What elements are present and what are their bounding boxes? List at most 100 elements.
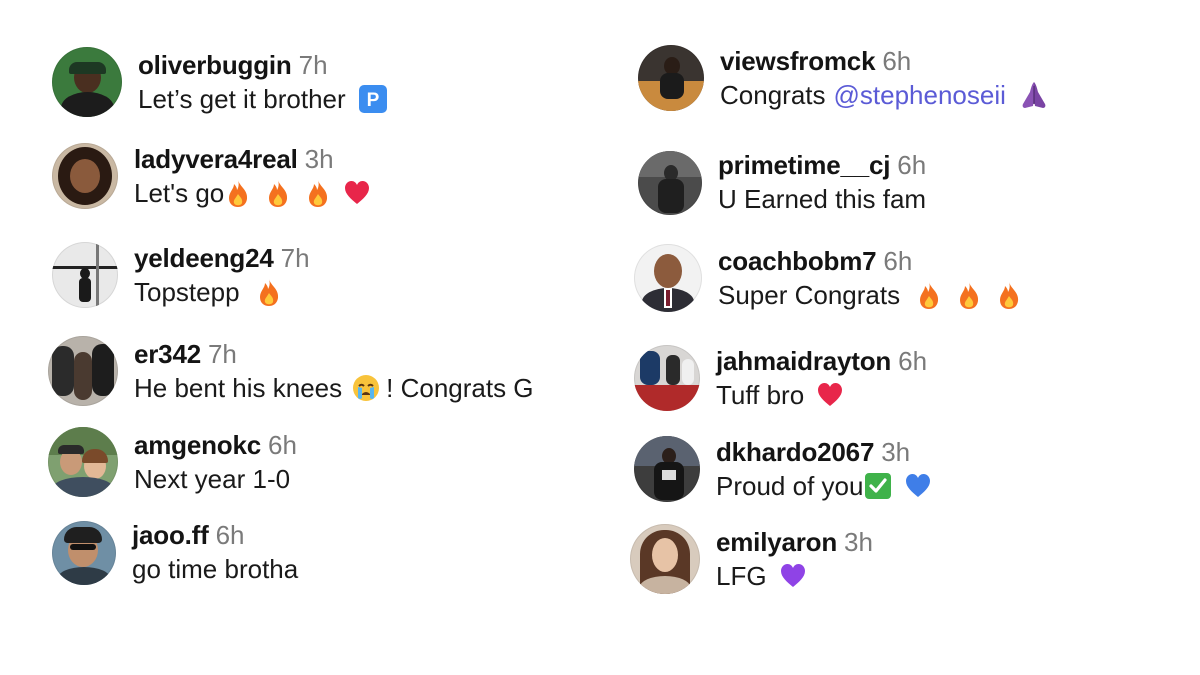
comment-text: Congrats @stephenoseii [720,80,1050,111]
comment-text: Next year 1-0 [134,464,297,495]
comment-message: Proud of you [716,470,864,501]
comment-content: er342 7h He bent his knees ! Congrats G [134,339,534,404]
comment-timestamp[interactable]: 3h [881,437,910,468]
comment-username[interactable]: dkhardo2067 [716,437,874,468]
comment-username[interactable]: ladyvera4real [134,144,298,175]
avatar[interactable] [634,244,702,312]
comment-timestamp[interactable]: 7h [281,243,310,274]
comment-text: go time brotha [132,554,298,585]
comment-text: Let’s get it brother P [138,84,388,115]
red-heart-icon [343,180,371,206]
comment-message: He bent his knees [134,372,343,403]
avatar[interactable] [48,427,118,497]
comment-timestamp[interactable]: 6h [898,346,927,377]
avatar[interactable] [52,520,116,585]
comment-content: emilyaron 3h LFG [716,527,873,592]
fire-icon [256,277,282,307]
comment-username[interactable]: jahmaidrayton [716,346,891,377]
comment-content: viewsfromck 6h Congrats @stephenoseii [720,46,1050,111]
comment-username[interactable]: coachbobm7 [718,246,877,277]
comment-message: Let’s get it brother [138,83,346,114]
comment-username[interactable]: primetime__cj [718,150,890,181]
crying-face-icon [352,374,380,402]
comment-text: Super Congrats [718,280,1022,311]
fire-icon [305,178,331,208]
comment-timestamp[interactable]: 7h [208,339,237,370]
comment-item: viewsfromck 6h Congrats @stephenoseii [638,45,1050,111]
comment-item: coachbobm7 6h Super Congrats [634,244,1022,312]
comment-message: LFG [716,560,767,591]
comment-item: yeldeeng24 7h Topstepp [52,242,310,308]
avatar[interactable] [630,524,700,594]
comment-text: Tuff bro [716,380,927,411]
comment-timestamp[interactable]: 3h [305,144,334,175]
comment-content: yeldeeng24 7h Topstepp [134,243,310,308]
comment-item: primetime__cj 6h U Earned this fam [638,150,926,215]
comment-timestamp[interactable]: 7h [299,50,328,81]
avatar[interactable] [52,143,118,209]
comment-message: Super Congrats [718,279,901,310]
fire-icon [956,280,982,310]
comment-content: amgenokc 6h Next year 1-0 [134,430,297,495]
comment-username[interactable]: jaoo.ff [132,520,209,551]
comment-timestamp[interactable]: 6h [882,46,911,77]
blue-heart-icon [904,473,932,499]
fire-icon [996,280,1022,310]
comment-item: amgenokc 6h Next year 1-0 [48,427,297,497]
comment-message-suffix: ! Congrats G [386,372,534,403]
purple-heart-icon [779,563,807,589]
comment-message: U Earned this fam [718,184,927,214]
comment-message: Congrats [720,79,826,110]
comment-username[interactable]: viewsfromck [720,46,876,77]
comment-content: jaoo.ff 6h go time brotha [132,520,298,585]
parking-icon: P [358,84,388,114]
comment-timestamp[interactable]: 6h [897,150,926,181]
red-heart-icon [816,382,844,408]
comment-timestamp[interactable]: 6h [883,246,912,277]
fire-icon [265,178,291,208]
comment-text: Topstepp [134,277,310,308]
avatar[interactable] [52,47,122,117]
comment-timestamp[interactable]: 3h [844,527,873,558]
comment-message: go time brotha [132,554,299,584]
comment-item: er342 7h He bent his knees ! Congrats G [48,336,534,406]
comment-text: U Earned this fam [718,184,926,215]
comment-text: He bent his knees ! Congrats G [134,373,534,404]
comment-text: Proud of you [716,471,932,502]
comment-message: Topstepp [134,276,240,307]
comment-text: Let's go [134,178,371,209]
comment-content: oliverbuggin 7h Let’s get it brother P [138,50,388,115]
avatar[interactable] [634,436,700,502]
comment-message: Next year 1-0 [134,463,291,494]
comment-username[interactable]: amgenokc [134,430,261,461]
comment-item: jaoo.ff 6h go time brotha [52,520,298,585]
comment-username[interactable]: emilyaron [716,527,837,558]
comment-item: ladyvera4real 3h Let's go [52,143,371,209]
comment-item: dkhardo2067 3h Proud of you [634,436,932,502]
avatar[interactable] [634,345,700,411]
comment-username[interactable]: oliverbuggin [138,50,292,81]
comment-item: emilyaron 3h LFG [630,524,873,594]
comment-content: ladyvera4real 3h Let's go [134,144,371,209]
comment-content: coachbobm7 6h Super Congrats [718,246,1022,311]
avatar[interactable] [52,242,118,308]
comment-message: Tuff bro [716,379,805,410]
comment-timestamp[interactable]: 6h [216,520,245,551]
comment-timestamp[interactable]: 6h [268,430,297,461]
fire-icon [225,178,251,208]
check-mark-icon [864,472,892,500]
comment-content: jahmaidrayton 6h Tuff bro [716,346,927,411]
avatar[interactable] [638,150,702,215]
comment-item: oliverbuggin 7h Let’s get it brother P [52,47,388,117]
avatar[interactable] [48,336,118,406]
comment-username[interactable]: yeldeeng24 [134,243,274,274]
folded-hands-icon [1018,80,1050,110]
avatar[interactable] [638,45,704,111]
comment-content: dkhardo2067 3h Proud of you [716,437,932,502]
svg-text:P: P [366,90,379,111]
comment-message: Let's go [134,177,225,208]
fire-icon [916,280,942,310]
comment-text: LFG [716,561,873,592]
mention-link[interactable]: @stephenoseii [834,80,1006,111]
comment-username[interactable]: er342 [134,339,201,370]
